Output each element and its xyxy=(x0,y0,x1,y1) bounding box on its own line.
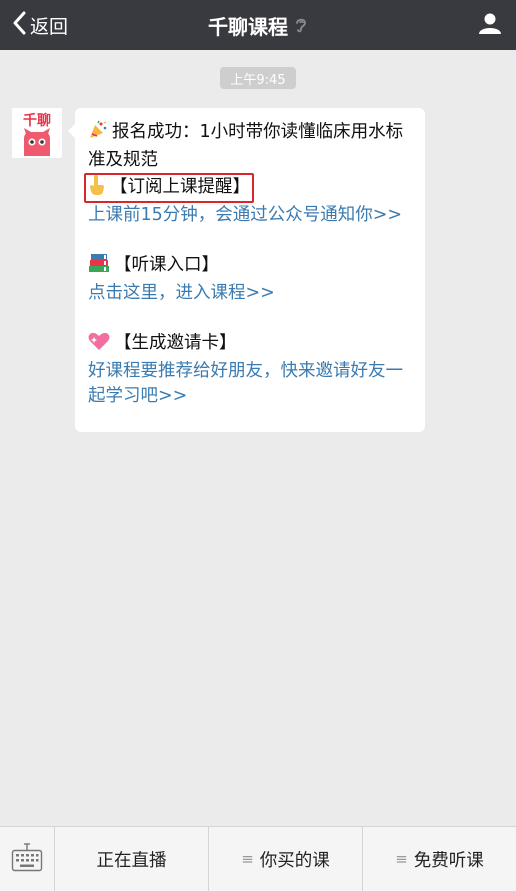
invite-link[interactable]: 好课程要推荐给好朋友，快来邀请好友一起学习吧>> xyxy=(88,359,415,409)
profile-button[interactable] xyxy=(478,0,502,50)
keyboard-toggle-button[interactable] xyxy=(0,827,55,891)
enroll-success-text: 报名成功：1小时带你读懂临床用水标准及规范 xyxy=(88,122,404,170)
listen-link[interactable]: 点击这里，进入课程>> xyxy=(88,281,415,306)
subscribe-title: 【订阅上课提醒】 xyxy=(110,177,250,197)
menu-free-courses[interactable]: ≡ 免费听课 xyxy=(363,827,516,891)
party-popper-icon xyxy=(88,120,108,148)
listen-title-line: 【听课入口】 xyxy=(88,253,415,281)
bottom-menu-bar: 正在直播 ≡ 你买的课 ≡ 免费听课 xyxy=(0,826,516,891)
menu-live-now[interactable]: 正在直播 xyxy=(55,827,209,891)
nav-bar: 返回 千聊课程 xyxy=(0,0,516,50)
menu-live-now-label: 正在直播 xyxy=(96,850,167,871)
timestamp-badge: 上午9:45 xyxy=(220,67,296,89)
menu-lines-icon: ≡ xyxy=(241,850,254,868)
svg-text:千聊: 千聊 xyxy=(23,112,51,129)
menu-purchased-courses-label: 你买的课 xyxy=(259,850,330,871)
qianliao-logo-icon: 千聊 xyxy=(12,108,62,158)
invite-title: 【生成邀请卡】 xyxy=(114,333,237,353)
listen-title: 【听课入口】 xyxy=(114,255,219,275)
sparkling-heart-icon xyxy=(88,331,110,359)
subscribe-highlight-box: 【订阅上课提醒】 xyxy=(84,173,254,203)
invite-title-line: 【生成邀请卡】 xyxy=(88,331,415,359)
page-title-container: 千聊课程 xyxy=(0,0,516,50)
pointing-down-icon xyxy=(88,175,106,201)
keyboard-icon xyxy=(11,842,43,876)
user-icon xyxy=(478,11,502,39)
menu-purchased-courses[interactable]: ≡ 你买的课 xyxy=(209,827,363,891)
books-icon xyxy=(88,253,110,281)
subscribe-link[interactable]: 上课前15分钟，会通过公众号通知你>> xyxy=(88,203,415,228)
enroll-success-line: 报名成功：1小时带你读懂临床用水标准及规范 xyxy=(88,120,415,173)
message-bubble: 报名成功：1小时带你读懂临床用水标准及规范 【订阅上课提醒】 上课前15分钟，会… xyxy=(68,108,425,432)
menu-lines-icon: ≡ xyxy=(395,850,408,868)
avatar[interactable]: 千聊 xyxy=(12,108,62,158)
page-title: 千聊课程 xyxy=(208,14,288,39)
subscribe-title-line: 【订阅上课提醒】 xyxy=(84,173,415,203)
ear-icon xyxy=(294,16,308,34)
menu-free-courses-label: 免费听课 xyxy=(413,850,484,871)
